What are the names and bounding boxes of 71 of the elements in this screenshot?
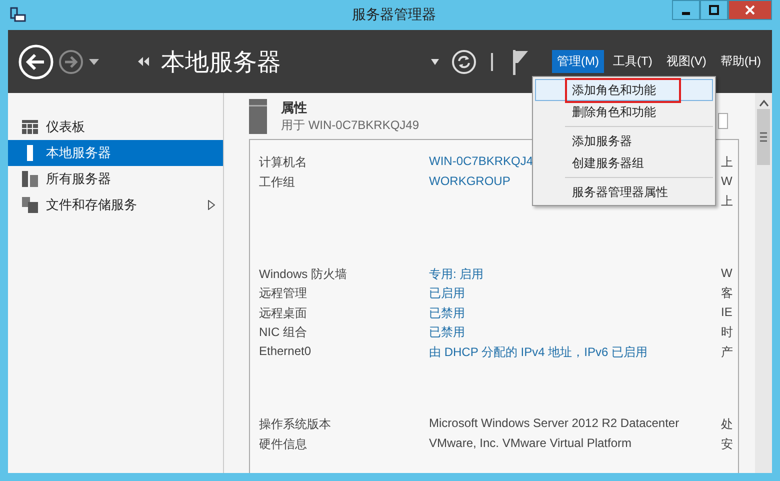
property-link[interactable]: 由 DHCP 分配的 IPv4 地址，IPv6 已启用 — [429, 344, 648, 363]
menu-item[interactable]: 服务器管理器属性 — [535, 181, 713, 203]
grid-icon — [22, 120, 38, 134]
sidebar-label: 本地服务器 — [46, 144, 112, 162]
app-icon — [10, 7, 26, 23]
scrollbar-thumb[interactable] — [757, 109, 770, 165]
section-title: 属性 — [281, 99, 307, 117]
property-text: 安 — [721, 436, 733, 452]
maximize-button[interactable] — [700, 0, 728, 20]
property-text: 时 — [721, 324, 733, 341]
flag-icon[interactable] — [512, 48, 528, 74]
sidebar-item[interactable]: 本地服务器 — [8, 140, 223, 166]
menu-tab[interactable]: 管理(M) — [552, 50, 604, 73]
property-label: 远程桌面 — [259, 304, 307, 322]
menu-tab[interactable]: 帮助(H) — [715, 50, 766, 73]
breadcrumb-icon — [138, 57, 149, 66]
property-link[interactable]: 已禁用 — [429, 304, 465, 324]
expand-icon[interactable] — [208, 200, 215, 210]
property-text: 处 — [721, 416, 733, 433]
property-text: 产 — [721, 344, 733, 360]
menu-item[interactable]: 删除角色和功能 — [535, 101, 713, 123]
property-text: W — [721, 266, 732, 282]
property-link[interactable]: WIN-0C7BKRKQJ4 — [429, 154, 534, 174]
minimize-button[interactable] — [672, 0, 700, 20]
menu-item[interactable]: 创建服务器组 — [535, 152, 713, 174]
history-dropdown-button[interactable] — [88, 58, 100, 66]
property-label: 操作系统版本 — [259, 416, 331, 433]
dropdown-button[interactable] — [431, 58, 439, 64]
forward-button[interactable] — [58, 48, 84, 74]
property-text: 上 — [721, 193, 733, 210]
sidebar-item[interactable]: 仪表板 — [8, 114, 223, 140]
property-link[interactable]: WORKGROUP — [429, 174, 510, 193]
property-label: 计算机名 — [259, 154, 307, 171]
servers-icon — [22, 171, 38, 187]
property-text: IE — [721, 304, 732, 320]
back-button[interactable] — [18, 44, 54, 80]
property-value: Microsoft Windows Server 2012 R2 Datacenter — [429, 416, 680, 432]
property-label: 远程管理 — [259, 285, 307, 302]
property-value: VMware, Inc. VMware Virtual Platform — [429, 436, 632, 452]
maximize-icon — [709, 5, 719, 15]
property-link[interactable]: 已禁用 — [429, 324, 465, 344]
sidebar-label: 文件和存储服务 — [46, 196, 138, 214]
menu-tab[interactable]: 视图(V) — [661, 50, 712, 73]
scroll-up-icon[interactable] — [758, 99, 768, 107]
sidebar-item[interactable]: 所有服务器 — [8, 166, 223, 192]
property-link[interactable]: 已启用 — [429, 285, 465, 304]
property-label: NIC 组合 — [259, 324, 307, 341]
divider-icon — [491, 52, 494, 70]
sidebar-label: 所有服务器 — [46, 170, 112, 188]
property-link[interactable]: 专用: 启用 — [429, 266, 484, 285]
property-label: 工作组 — [259, 174, 295, 190]
sidebar-label: 仪表板 — [46, 118, 86, 136]
property-text: 上 — [721, 154, 733, 171]
window-title: 服务器管理器 — [352, 6, 436, 24]
section-subtitle: 用于 WIN-0C7BKRKQJ49 — [281, 117, 420, 134]
folder-icon — [22, 197, 38, 213]
close-button[interactable] — [728, 0, 772, 20]
property-label: Windows 防火墙 — [259, 266, 348, 282]
refresh-button[interactable] — [451, 48, 477, 74]
property-label: Ethernet0 — [259, 344, 312, 360]
property-label: 硬件信息 — [259, 436, 307, 452]
page-title: 本地服务器 — [161, 48, 281, 78]
menu-item[interactable]: 添加角色和功能 — [535, 79, 713, 101]
property-text: W — [721, 174, 732, 190]
menu-tab[interactable]: 工具(T) — [608, 50, 658, 73]
minimize-icon — [682, 12, 690, 15]
close-icon — [745, 5, 755, 15]
server-icon — [249, 99, 267, 134]
menu-item[interactable]: 添加服务器 — [535, 130, 713, 152]
property-text: 客 — [721, 285, 733, 302]
sidebar-item[interactable]: 文件和存储服务 — [8, 192, 223, 218]
